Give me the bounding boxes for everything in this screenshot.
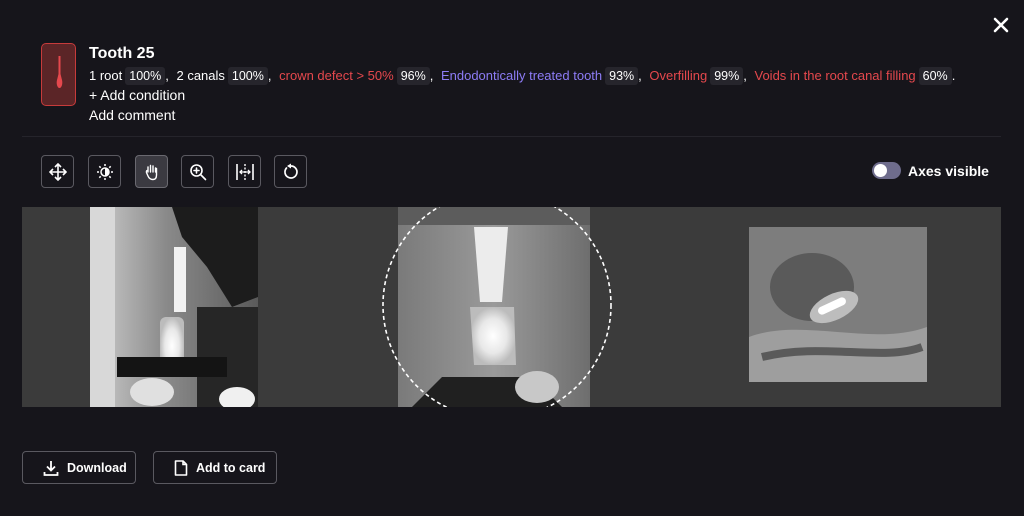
- condition-probability: 100%: [227, 67, 268, 85]
- close-icon: [993, 17, 1009, 33]
- divider: [22, 136, 1001, 137]
- zoom-tool-button[interactable]: [181, 155, 214, 188]
- brightness-icon: [96, 163, 113, 180]
- split-icon: [235, 163, 254, 180]
- add-comment-link[interactable]: Add comment: [89, 107, 175, 123]
- reset-icon: [283, 163, 298, 179]
- split-tool-button[interactable]: [228, 155, 261, 188]
- pan-tool-button[interactable]: [135, 155, 168, 188]
- slice-image-right: [749, 227, 927, 382]
- condition-probability: 60%: [918, 67, 952, 85]
- image-viewer[interactable]: [22, 190, 1001, 420]
- close-button[interactable]: [990, 14, 1012, 36]
- condition-label: Voids in the root canal filling: [754, 68, 916, 83]
- add-to-card-button[interactable]: Add to card: [153, 451, 277, 484]
- document-icon: [174, 459, 188, 476]
- condition-label: crown defect > 50%: [279, 68, 394, 83]
- condition-probability: 93%: [605, 67, 639, 85]
- condition-item[interactable]: 1 root 100%,: [89, 67, 176, 85]
- condition-item[interactable]: Overfilling 99%,: [649, 67, 754, 85]
- tooth-icon: [41, 43, 76, 106]
- download-label: Download: [67, 460, 127, 475]
- condition-label: 1 root: [89, 68, 123, 83]
- axes-visible-label: Axes visible: [908, 163, 989, 179]
- slice-image-left: [90, 207, 258, 411]
- condition-probability: 96%: [396, 67, 430, 85]
- condition-item[interactable]: Endodontically treated tooth 93%,: [440, 67, 649, 85]
- condition-label: Endodontically treated tooth: [440, 68, 603, 83]
- slice-image-center: [382, 190, 612, 420]
- page-title: Tooth 25: [89, 45, 155, 62]
- move-tool-button[interactable]: [41, 155, 74, 188]
- download-icon: [43, 460, 59, 476]
- hand-icon: [145, 164, 157, 180]
- move-icon: [48, 162, 67, 181]
- condition-probability: 100%: [125, 67, 166, 85]
- zoom-icon: [189, 163, 206, 180]
- condition-probability: 99%: [710, 67, 744, 85]
- condition-label: 2 canals: [176, 68, 225, 83]
- condition-item[interactable]: 2 canals 100%,: [176, 67, 279, 85]
- toggle-knob: [874, 164, 887, 177]
- axes-visible-toggle[interactable]: [872, 162, 901, 179]
- download-button[interactable]: Download: [22, 451, 136, 484]
- condition-list: 1 root 100%, 2 canals 100%, crown defect >…: [89, 67, 959, 85]
- brightness-tool-button[interactable]: [88, 155, 121, 188]
- add-condition-link[interactable]: + Add condition: [89, 87, 185, 103]
- add-to-card-label: Add to card: [196, 460, 266, 475]
- condition-item[interactable]: Voids in the root canal filling 60%.: [754, 67, 960, 85]
- reset-tool-button[interactable]: [274, 155, 307, 188]
- condition-label: Overfilling: [649, 68, 708, 83]
- condition-item[interactable]: crown defect > 50% 96%,: [279, 67, 441, 85]
